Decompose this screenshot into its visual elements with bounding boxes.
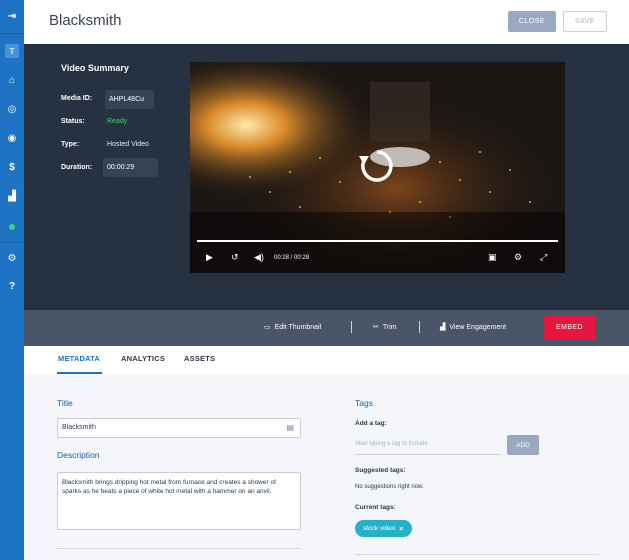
description-textarea[interactable]: Blacksmith brings dripping hot metal fro… bbox=[57, 472, 301, 530]
status-value: Ready bbox=[107, 118, 128, 125]
type-value: Hosted Video bbox=[107, 141, 149, 148]
eye-icon[interactable]: ◉ bbox=[0, 128, 24, 148]
media-id-text: AHPL48Cu bbox=[109, 96, 145, 103]
section-divider bbox=[57, 548, 301, 549]
suggested-tags-text: No suggestions right now. bbox=[355, 484, 424, 490]
fullscreen-icon[interactable]: ⤢ bbox=[540, 252, 547, 263]
action-separator bbox=[351, 321, 352, 333]
embed-button[interactable]: EMBED bbox=[544, 315, 595, 340]
title-heading: Title bbox=[57, 398, 73, 408]
video-section: Video Summary Media ID: AHPL48Cu Status:… bbox=[24, 44, 629, 310]
title-input-value: Blacksmith bbox=[62, 424, 96, 431]
page-title: Blacksmith bbox=[49, 12, 122, 29]
sidebar-divider bbox=[0, 33, 24, 34]
tag-chip[interactable]: stock video ✕ bbox=[355, 520, 412, 537]
status-dot-icon bbox=[0, 217, 24, 237]
field-icon: ▤ bbox=[286, 423, 294, 432]
tag-input-underline bbox=[355, 454, 501, 455]
metadata-panel: Title Blacksmith ▤ Description Blacksmit… bbox=[24, 374, 629, 560]
home-icon[interactable]: ⌂ bbox=[0, 70, 24, 90]
view-engagement-label: View Engagement bbox=[449, 323, 507, 331]
video-player[interactable]: ▶ ↺ ◀) 00:28 / 00:28 ▣ ⚙ ⤢ bbox=[190, 62, 565, 273]
tab-bar: METADATA ANALYTICS ASSETS bbox=[24, 346, 629, 374]
status-label: Status: bbox=[61, 118, 85, 125]
tag-chip-label: stock video bbox=[363, 525, 396, 532]
volume-icon[interactable]: ◀) bbox=[254, 252, 264, 263]
save-button[interactable]: SAVE bbox=[563, 11, 607, 32]
settings-icon[interactable]: ⚙ bbox=[514, 252, 522, 263]
close-button[interactable]: CLOSE bbox=[508, 11, 556, 32]
edit-thumbnail-button[interactable]: ▭ Edit Thumbnail bbox=[264, 323, 322, 332]
description-value: Blacksmith brings dripping hot metal fro… bbox=[62, 479, 276, 496]
settings-gear-icon[interactable]: ⚙ bbox=[0, 248, 24, 268]
help-icon[interactable]: ? bbox=[0, 276, 24, 296]
progress-bar[interactable] bbox=[197, 240, 558, 242]
view-engagement-button[interactable]: ▟ View Engagement bbox=[440, 323, 507, 332]
engagement-chart-icon: ▟ bbox=[440, 324, 446, 331]
dollar-icon[interactable]: $ bbox=[0, 157, 24, 177]
add-tag-label: Add a tag: bbox=[355, 420, 387, 427]
add-tag-button[interactable]: ADD bbox=[507, 435, 539, 455]
scissors-icon: ✂ bbox=[373, 324, 379, 331]
duration-value: 00:00:29 bbox=[103, 158, 158, 177]
current-tags-label: Current tags: bbox=[355, 504, 396, 511]
description-heading: Description bbox=[57, 450, 100, 460]
image-icon: ▭ bbox=[264, 324, 271, 331]
tab-analytics[interactable]: ANALYTICS bbox=[121, 354, 165, 363]
tab-assets[interactable]: ASSETS bbox=[184, 354, 215, 363]
duration-text: 00:00:29 bbox=[107, 164, 135, 171]
analytics-icon[interactable]: ▟ bbox=[0, 186, 24, 206]
remove-tag-icon[interactable]: ✕ bbox=[399, 525, 404, 533]
sidebar: ⇥ T ⌂ ◎ ◉ $ ▟ ⚙ ? bbox=[0, 0, 24, 560]
cast-icon[interactable]: ▣ bbox=[488, 252, 497, 263]
play-icon[interactable]: ▶ bbox=[206, 252, 213, 263]
header: Blacksmith CLOSE SAVE bbox=[24, 0, 629, 44]
sidebar-divider bbox=[0, 242, 24, 243]
tags-heading: Tags bbox=[355, 398, 373, 408]
workspace-badge-icon[interactable]: T bbox=[0, 41, 24, 61]
title-input[interactable]: Blacksmith ▤ bbox=[57, 418, 301, 438]
trim-button[interactable]: ✂ Trim bbox=[373, 323, 397, 332]
section-divider bbox=[355, 554, 599, 555]
rewind-10-icon[interactable]: ↺ bbox=[231, 252, 239, 263]
suggested-tags-label: Suggested tags: bbox=[355, 467, 406, 474]
trim-label: Trim bbox=[382, 323, 397, 331]
action-bar: ▭ Edit Thumbnail ✂ Trim ▟ View Engagemen… bbox=[24, 310, 629, 346]
duration-label: Duration: bbox=[61, 164, 93, 171]
type-label: Type: bbox=[61, 141, 80, 148]
tab-metadata[interactable]: METADATA bbox=[58, 354, 100, 363]
timecode: 00:28 / 00:28 bbox=[274, 255, 310, 261]
tag-input[interactable]: Start typing a tag to include bbox=[355, 441, 428, 447]
action-separator bbox=[419, 321, 420, 333]
media-id-label: Media ID: bbox=[61, 95, 93, 102]
replay-icon[interactable] bbox=[357, 146, 397, 186]
video-summary-title: Video Summary bbox=[61, 63, 129, 73]
collapse-arrow-icon[interactable]: ⇥ bbox=[0, 6, 24, 26]
media-id-value: AHPL48Cu bbox=[105, 90, 154, 109]
globe-icon[interactable]: ◎ bbox=[0, 99, 24, 119]
edit-thumbnail-label: Edit Thumbnail bbox=[274, 323, 322, 331]
